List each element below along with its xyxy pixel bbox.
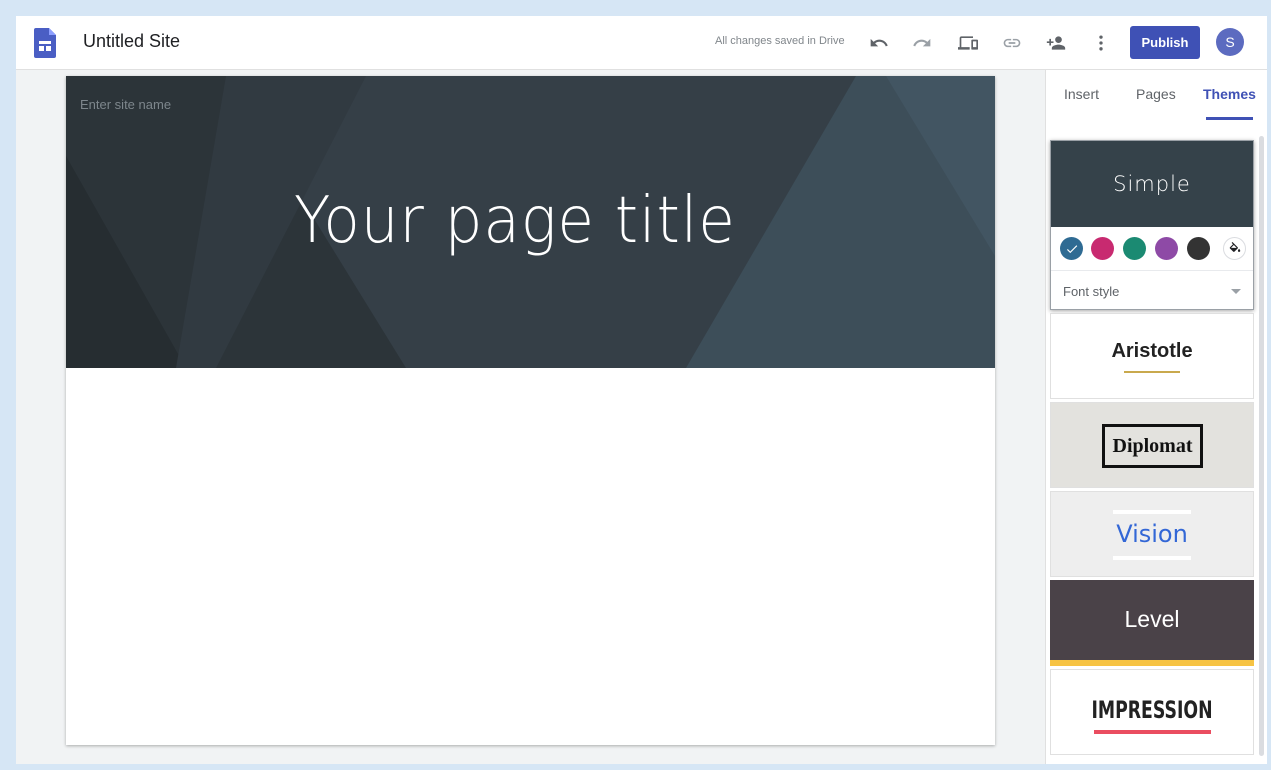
theme-accent-stripe — [1050, 660, 1254, 666]
theme-accent-bar-top — [1113, 510, 1191, 514]
active-tab-indicator — [1206, 117, 1253, 120]
page-canvas: Your page title — [66, 76, 995, 745]
page-title[interactable]: Your page title — [294, 184, 736, 258]
share-person-add-icon[interactable] — [1044, 31, 1068, 55]
color-swatch-blue[interactable] — [1060, 237, 1083, 260]
tab-pages[interactable]: Pages — [1136, 86, 1176, 102]
theme-name-simple: Simple — [1051, 141, 1253, 227]
font-style-label: Font style — [1063, 284, 1120, 299]
link-icon[interactable] — [1000, 31, 1024, 55]
site-title[interactable]: Untitled Site — [83, 31, 180, 52]
tab-insert[interactable]: Insert — [1064, 86, 1099, 102]
color-swatch-teal[interactable] — [1123, 237, 1146, 260]
panel-tabs: Insert Pages Themes — [1046, 70, 1267, 120]
theme-card-impression[interactable]: IMPRESSION — [1050, 669, 1254, 755]
account-avatar[interactable]: S — [1216, 28, 1244, 56]
font-style-dropdown[interactable]: Font style — [1051, 272, 1253, 309]
theme-card-diplomat[interactable]: Diplomat — [1050, 402, 1254, 488]
theme-name-impression: IMPRESSION — [1091, 696, 1213, 724]
publish-button[interactable]: Publish — [1130, 26, 1200, 59]
theme-card-simple[interactable]: Simple Font style — [1050, 140, 1254, 310]
more-vert-icon[interactable] — [1089, 31, 1113, 55]
check-icon — [1066, 244, 1077, 253]
site-name-input[interactable] — [80, 94, 300, 114]
app-window: Untitled Site All changes saved in Drive… — [16, 16, 1267, 764]
custom-color-paint-bucket-icon[interactable] — [1223, 237, 1246, 260]
google-sites-logo-icon[interactable] — [34, 28, 56, 58]
page-header-banner[interactable]: Your page title — [66, 76, 995, 368]
redo-icon[interactable] — [910, 31, 934, 55]
color-swatch-pink[interactable] — [1091, 237, 1114, 260]
side-panel: Insert Pages Themes Simple Font style Ar… — [1045, 70, 1267, 764]
color-swatch-purple[interactable] — [1155, 237, 1178, 260]
theme-card-level[interactable]: Level — [1050, 580, 1254, 666]
color-swatches — [1051, 227, 1253, 271]
undo-icon[interactable] — [867, 31, 891, 55]
tab-themes[interactable]: Themes — [1203, 86, 1256, 102]
theme-name-vision: Vision — [1116, 520, 1188, 548]
theme-name-aristotle: Aristotle — [1111, 340, 1193, 362]
color-swatch-black[interactable] — [1187, 237, 1210, 260]
theme-card-aristotle[interactable]: Aristotle — [1050, 313, 1254, 399]
top-bar: Untitled Site All changes saved in Drive… — [16, 16, 1267, 70]
save-status: All changes saved in Drive — [715, 35, 845, 47]
theme-name-diplomat: Diplomat — [1102, 424, 1203, 468]
theme-accent-bar-bottom — [1113, 556, 1191, 560]
theme-accent-line — [1124, 371, 1180, 373]
theme-card-vision[interactable]: Vision — [1050, 491, 1254, 577]
dropdown-arrow-icon — [1231, 289, 1241, 294]
theme-accent-line — [1094, 730, 1211, 734]
theme-name-level: Level — [1124, 606, 1180, 632]
panel-scrollbar-thumb[interactable] — [1259, 136, 1264, 756]
preview-devices-icon[interactable] — [956, 31, 980, 55]
